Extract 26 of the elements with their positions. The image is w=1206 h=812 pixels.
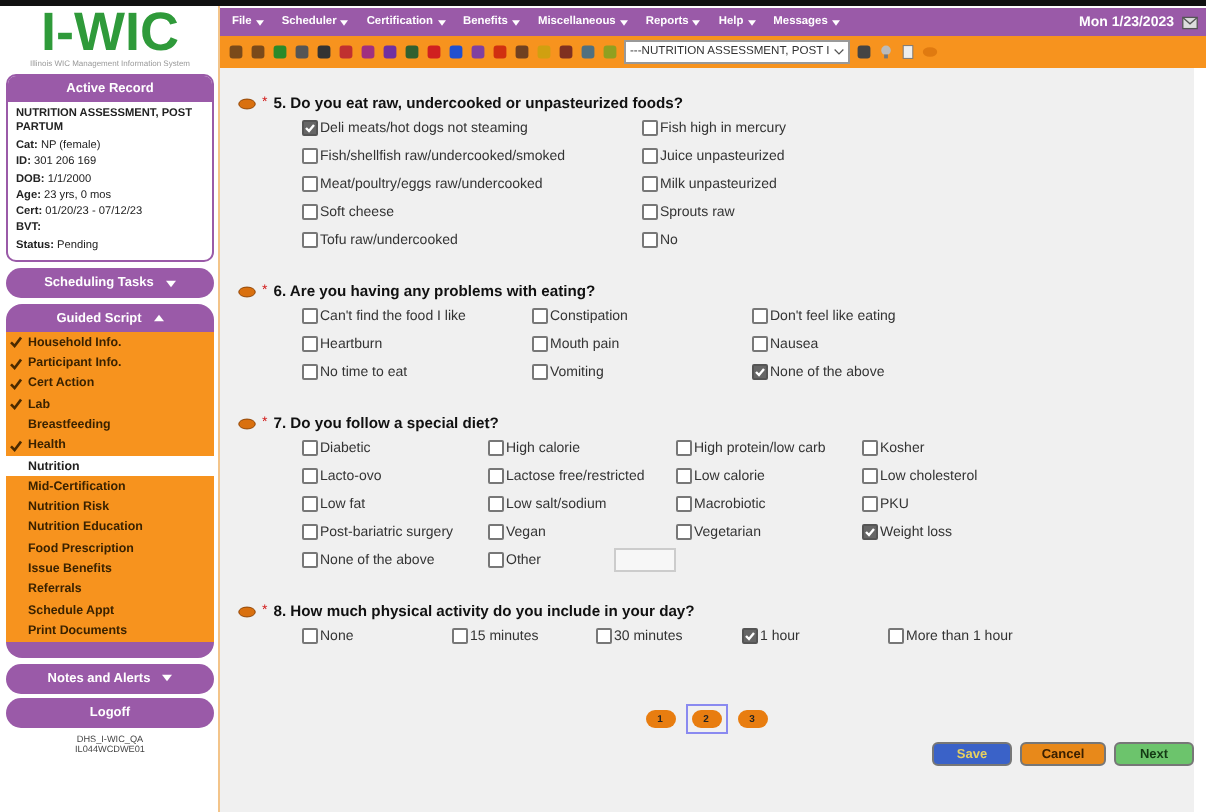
check-icon <box>754 366 766 378</box>
help-icon[interactable] <box>238 97 256 109</box>
check-icon <box>744 630 756 642</box>
caret-icon <box>162 674 173 683</box>
document-icon[interactable] <box>899 44 916 60</box>
help-icon[interactable] <box>238 605 256 617</box>
caret-icon <box>619 19 628 25</box>
caret-icon <box>692 19 701 25</box>
envelope-icon[interactable] <box>1182 15 1198 29</box>
help-icon[interactable] <box>238 285 256 297</box>
bulb-icon[interactable] <box>877 44 894 60</box>
caret-icon <box>747 19 756 25</box>
chevron-icon <box>833 48 844 56</box>
help-icon[interactable] <box>238 417 256 429</box>
check-icon <box>864 526 876 538</box>
toolbar-icon[interactable] <box>855 44 872 60</box>
caret-icon <box>511 19 520 25</box>
caret-icon <box>831 19 840 25</box>
other-input-field[interactable] <box>613 548 676 572</box>
caret-icon <box>165 279 176 288</box>
caret-icon <box>340 19 349 25</box>
caret-icon <box>437 19 445 25</box>
caret-icon <box>255 19 264 25</box>
logo-title: I-WIC <box>41 6 179 58</box>
check-icon <box>304 122 316 134</box>
caret-icon <box>153 314 164 323</box>
